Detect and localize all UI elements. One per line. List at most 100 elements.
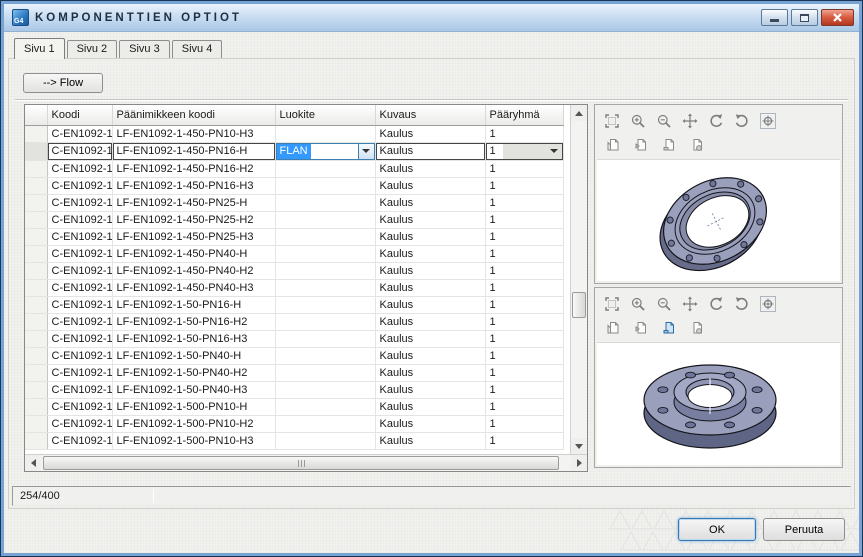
cell-luokite[interactable] bbox=[275, 211, 375, 228]
column-header-kuvaus[interactable]: Kuvaus bbox=[375, 105, 485, 125]
cell-nimike[interactable]: LF-EN1092-1-50-PN16-H bbox=[112, 296, 275, 313]
cell-koodi[interactable]: C-EN1092-1-... bbox=[47, 160, 112, 177]
row-selector[interactable] bbox=[25, 313, 47, 330]
zoom-out-icon[interactable] bbox=[651, 294, 677, 314]
zoom-in-icon[interactable] bbox=[625, 111, 651, 131]
cell-paaryhma[interactable]: 1 bbox=[485, 347, 563, 364]
cell-kuvaus[interactable]: Kaulus bbox=[375, 296, 485, 313]
table-row[interactable]: C-EN1092-1-...LF-EN1092-1-450-PN16-H3Kau… bbox=[25, 177, 563, 194]
cell-kuvaus[interactable]: Kaulus bbox=[375, 125, 485, 142]
center-icon[interactable] bbox=[755, 111, 781, 131]
cell-kuvaus[interactable]: Kaulus bbox=[375, 330, 485, 347]
cancel-button[interactable]: Peruuta bbox=[763, 518, 845, 541]
cell-kuvaus[interactable]: Kaulus bbox=[375, 313, 485, 330]
row-selector[interactable] bbox=[25, 211, 47, 228]
cell-koodi[interactable]: C-EN1092-1-... bbox=[47, 125, 112, 142]
cell-luokite[interactable] bbox=[275, 415, 375, 432]
cell-koodi[interactable]: C-EN1092-1-... bbox=[47, 296, 112, 313]
table-row[interactable]: C-EN1092-1-...LF-EN1092-1-50-PN16-H3Kaul… bbox=[25, 330, 563, 347]
cell-kuvaus[interactable]: Kaulus bbox=[375, 279, 485, 296]
cell-nimike[interactable]: LF-EN1092-1-450-PN25-H bbox=[112, 194, 275, 211]
rotate-cw-icon[interactable] bbox=[729, 111, 755, 131]
cell-kuvaus[interactable]: Kaulus bbox=[375, 142, 485, 160]
table-row[interactable]: C-EN1092-1-...LF-EN1092-1-50-PN40-HKaulu… bbox=[25, 347, 563, 364]
cell-paaryhma[interactable]: 1 bbox=[485, 262, 563, 279]
table-row[interactable]: C-EN1092-1-...LF-EN1092-1-500-PN10-HKaul… bbox=[25, 398, 563, 415]
cell-nimike[interactable]: LF-EN1092-1-450-PN16-H bbox=[112, 142, 275, 160]
row-selector[interactable] bbox=[25, 125, 47, 142]
view-preset-4-icon[interactable] bbox=[683, 135, 711, 155]
column-header-luokite[interactable]: Luokite bbox=[275, 105, 375, 125]
row-selector[interactable] bbox=[25, 262, 47, 279]
cell-nimike[interactable]: LF-EN1092-1-50-PN40-H2 bbox=[112, 364, 275, 381]
table-row[interactable]: C-EN1092-1-...LF-EN1092-1-450-PN40-H2Kau… bbox=[25, 262, 563, 279]
cell-luokite[interactable] bbox=[275, 160, 375, 177]
cell-nimike[interactable]: LF-EN1092-1-50-PN40-H3 bbox=[112, 381, 275, 398]
cell-nimike[interactable]: LF-EN1092-1-450-PN40-H3 bbox=[112, 279, 275, 296]
cell-luokite[interactable] bbox=[275, 381, 375, 398]
row-selector[interactable] bbox=[25, 330, 47, 347]
table-row[interactable]: C-EN1092-1-...LF-EN1092-1-50-PN40-H2Kaul… bbox=[25, 364, 563, 381]
vertical-scroll-track[interactable] bbox=[571, 121, 587, 438]
table-row[interactable]: C-EN1092-1-...LF-EN1092-1-450-PN16-H2Kau… bbox=[25, 160, 563, 177]
table-row[interactable]: C-EN1092-1-...LF-EN1092-1-500-PN10-H2Kau… bbox=[25, 415, 563, 432]
row-selector[interactable] bbox=[25, 194, 47, 211]
cell-nimike[interactable]: LF-EN1092-1-450-PN16-H3 bbox=[112, 177, 275, 194]
rotate-cw-icon[interactable] bbox=[729, 294, 755, 314]
table-row[interactable]: C-EN1092-1-...LF-EN1092-1-450-PN25-HKaul… bbox=[25, 194, 563, 211]
cell-koodi[interactable]: C-EN1092-1-... bbox=[47, 432, 112, 449]
center-icon[interactable] bbox=[755, 294, 781, 314]
luokite-combobox[interactable]: FLAN bbox=[276, 143, 375, 160]
cell-kuvaus[interactable]: Kaulus bbox=[375, 347, 485, 364]
cell-paaryhma[interactable]: 1 bbox=[485, 211, 563, 228]
minimize-button[interactable] bbox=[761, 9, 788, 26]
zoom-in-icon[interactable] bbox=[625, 294, 651, 314]
cell-kuvaus[interactable]: Kaulus bbox=[375, 211, 485, 228]
titlebar[interactable]: G4 KOMPONENTTIEN OPTIOT bbox=[4, 4, 859, 32]
fit-icon[interactable] bbox=[599, 294, 625, 314]
cell-paaryhma[interactable]: 1 bbox=[485, 194, 563, 211]
row-selector[interactable] bbox=[25, 296, 47, 313]
cell-nimike[interactable]: LF-EN1092-1-450-PN40-H bbox=[112, 245, 275, 262]
cell-nimike[interactable]: LF-EN1092-1-50-PN16-H2 bbox=[112, 313, 275, 330]
cell-paaryhma[interactable]: 1 bbox=[485, 228, 563, 245]
cell-paaryhma[interactable]: 1 bbox=[485, 330, 563, 347]
horizontal-scroll-thumb[interactable] bbox=[43, 456, 559, 470]
paaryhma-dropdown-editor[interactable]: 1 bbox=[486, 143, 563, 160]
cell-kuvaus[interactable]: Kaulus bbox=[375, 364, 485, 381]
model-viewport-iso[interactable] bbox=[597, 159, 840, 281]
row-selector[interactable] bbox=[25, 415, 47, 432]
table-row[interactable]: C-EN1092-1-...LF-EN1092-1-500-PN10-H3Kau… bbox=[25, 432, 563, 449]
cell-luokite[interactable] bbox=[275, 262, 375, 279]
row-selector[interactable] bbox=[25, 177, 47, 194]
cell-luokite[interactable] bbox=[275, 398, 375, 415]
view-preset-1-icon[interactable] bbox=[599, 135, 627, 155]
cell-paaryhma[interactable]: 1 bbox=[485, 245, 563, 262]
rotate-ccw-icon[interactable] bbox=[703, 111, 729, 131]
vertical-scroll-thumb[interactable] bbox=[572, 292, 586, 318]
horizontal-scrollbar[interactable] bbox=[25, 454, 587, 471]
cell-kuvaus[interactable]: Kaulus bbox=[375, 194, 485, 211]
scroll-up-button[interactable] bbox=[571, 105, 587, 121]
cell-paaryhma[interactable]: 1 bbox=[485, 415, 563, 432]
combobox-dropdown-button[interactable] bbox=[358, 144, 374, 159]
cell-koodi[interactable]: C-EN1092-1-... bbox=[47, 228, 112, 245]
cell-paaryhma[interactable]: 1 bbox=[485, 125, 563, 142]
cell-paaryhma[interactable]: 1 bbox=[485, 381, 563, 398]
table-row[interactable]: C-EN1092-1-...LF-EN1092-1-450-PN25-H3Kau… bbox=[25, 228, 563, 245]
cell-kuvaus[interactable]: Kaulus bbox=[375, 381, 485, 398]
cell-koodi[interactable]: C-EN1092-1-... bbox=[47, 381, 112, 398]
cell-luokite[interactable] bbox=[275, 313, 375, 330]
row-selector[interactable] bbox=[25, 245, 47, 262]
row-selector[interactable] bbox=[25, 160, 47, 177]
cell-paaryhma[interactable]: 1 bbox=[485, 177, 563, 194]
cell-luokite[interactable] bbox=[275, 228, 375, 245]
cell-nimike[interactable]: LF-EN1092-1-450-PN40-H2 bbox=[112, 262, 275, 279]
cell-koodi[interactable]: C-EN1092-1-... bbox=[47, 262, 112, 279]
table-row-editing[interactable]: C-EN1092-1-45LF-EN1092-1-450-PN16-HFLANK… bbox=[25, 142, 563, 160]
table-row[interactable]: C-EN1092-1-...LF-EN1092-1-450-PN40-HKaul… bbox=[25, 245, 563, 262]
cell-kuvaus[interactable]: Kaulus bbox=[375, 177, 485, 194]
cell-paaryhma[interactable]: 1 bbox=[485, 279, 563, 296]
table-row[interactable]: C-EN1092-1-...LF-EN1092-1-50-PN16-H Kaulu… bbox=[25, 296, 563, 313]
cell-luokite[interactable] bbox=[275, 432, 375, 449]
